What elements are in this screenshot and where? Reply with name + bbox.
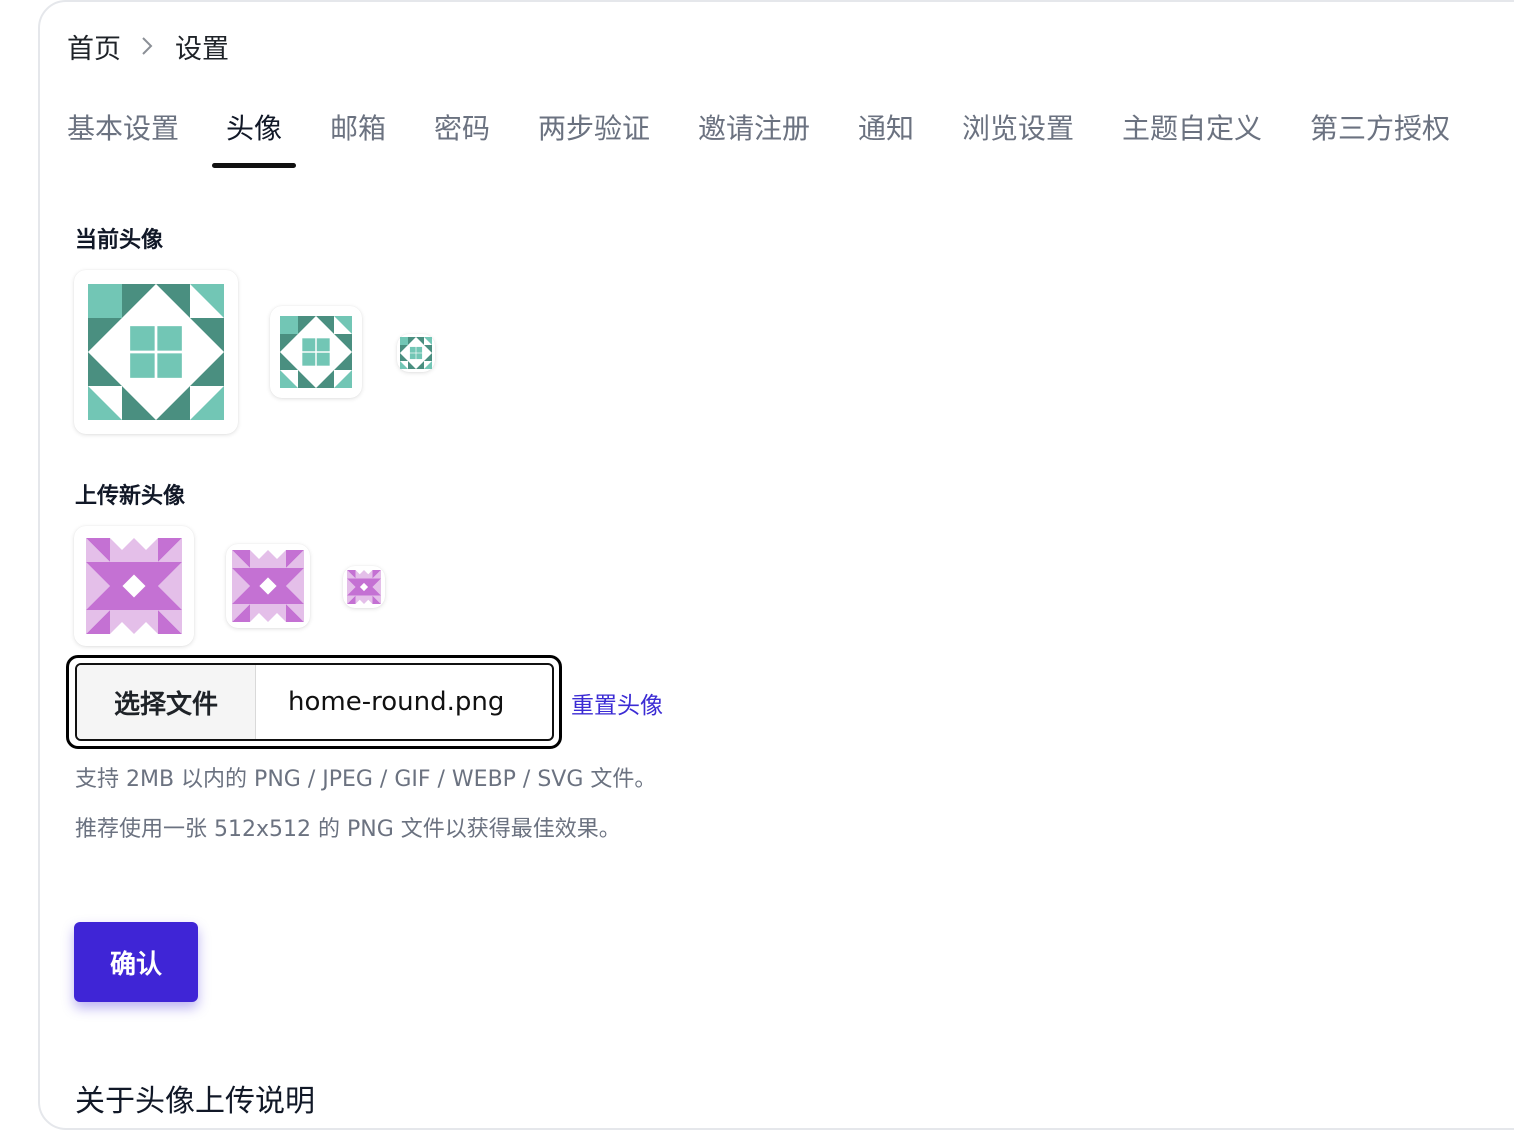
breadcrumb: 首页 设置 bbox=[67, 26, 229, 66]
selected-file-name: home-round.png bbox=[288, 687, 505, 717]
hint-file-types: 支持 2MB 以内的 PNG / JPEG / GIF / WEBP / SVG… bbox=[75, 767, 657, 792]
new-avatar-small bbox=[343, 566, 385, 608]
file-input[interactable]: 选择文件 home-round.png bbox=[75, 663, 554, 741]
breadcrumb-home[interactable]: 首页 bbox=[67, 27, 121, 66]
avatar-image bbox=[232, 550, 304, 622]
tab-basic-settings[interactable]: 基本设置 bbox=[67, 106, 179, 154]
tab-password[interactable]: 密码 bbox=[434, 106, 490, 154]
tab-theme[interactable]: 主题自定义 bbox=[1122, 106, 1262, 154]
tab-browsing[interactable]: 浏览设置 bbox=[962, 106, 1074, 154]
avatar-image bbox=[280, 316, 352, 388]
about-avatar-upload-title: 关于头像上传说明 bbox=[75, 1084, 315, 1119]
confirm-button[interactable]: 确认 bbox=[74, 922, 198, 1002]
choose-file-button[interactable]: 选择文件 bbox=[77, 665, 256, 739]
tab-notifications[interactable]: 通知 bbox=[858, 106, 914, 154]
avatar-image bbox=[400, 337, 432, 369]
avatar-image bbox=[347, 570, 381, 604]
reset-avatar-link[interactable]: 重置头像 bbox=[571, 686, 663, 720]
tab-two-factor[interactable]: 两步验证 bbox=[538, 106, 650, 154]
new-avatar-medium bbox=[226, 544, 310, 628]
current-avatar-medium bbox=[270, 306, 362, 398]
avatar-image bbox=[86, 538, 182, 634]
tab-third-party[interactable]: 第三方授权 bbox=[1310, 106, 1450, 154]
chevron-right-icon bbox=[141, 36, 153, 56]
tab-invite[interactable]: 邀请注册 bbox=[698, 106, 810, 154]
new-avatar-large bbox=[74, 526, 194, 646]
current-avatar-large bbox=[74, 270, 238, 434]
tab-email[interactable]: 邮箱 bbox=[330, 106, 386, 154]
current-avatar-small bbox=[397, 334, 435, 372]
tab-avatar[interactable]: 头像 bbox=[226, 106, 282, 154]
active-tab-indicator bbox=[212, 163, 296, 168]
hint-recommended-size: 推荐使用一张 512x512 的 PNG 文件以获得最佳效果。 bbox=[75, 817, 621, 842]
current-avatar-title: 当前头像 bbox=[75, 228, 164, 253]
avatar-image bbox=[88, 284, 224, 420]
breadcrumb-current: 设置 bbox=[175, 33, 229, 65]
new-avatar-title: 上传新头像 bbox=[75, 484, 186, 509]
